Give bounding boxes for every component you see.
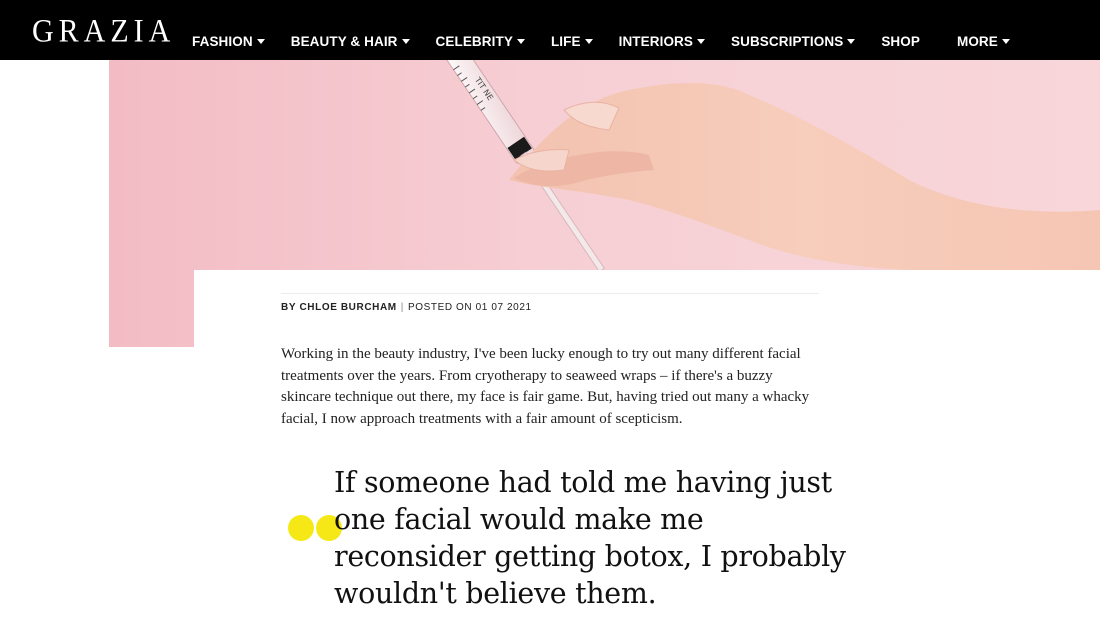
nav-item-subscriptions[interactable]: SUBSCRIPTIONS — [731, 12, 856, 49]
byline-prefix: BY — [281, 302, 297, 313]
nav-label: SHOP — [881, 33, 920, 49]
nav-item-fashion[interactable]: FASHION — [192, 12, 265, 49]
article-intro: Working in the beauty industry, I've bee… — [281, 346, 810, 427]
nav-label: FASHION — [192, 33, 253, 49]
nav-label: INTERIORS — [618, 33, 693, 49]
pull-quote: If someone had told me having just one f… — [334, 466, 846, 610]
nav-item-life[interactable]: LIFE — [551, 12, 593, 49]
nav-label: MORE — [956, 33, 998, 49]
nav-item-beauty-hair[interactable]: BEAUTY & HAIR — [291, 12, 410, 49]
byline-divider — [281, 293, 819, 294]
nav-item-celebrity[interactable]: CELEBRITY — [436, 12, 525, 49]
nav-label: LIFE — [550, 33, 581, 49]
main-nav: FASHION BEAUTY & HAIR CELEBRITY LIFE INT… — [192, 0, 1036, 60]
author-name[interactable]: CHLOE BURCHAM — [299, 302, 396, 313]
caret-down-icon — [256, 38, 265, 44]
nav-item-shop[interactable]: SHOP — [881, 12, 920, 49]
byline: BY CHLOE BURCHAM | POSTED ON 01 07 2021 — [281, 302, 532, 313]
nav-item-interiors[interactable]: INTERIORS — [619, 12, 705, 49]
caret-down-icon — [1001, 38, 1010, 44]
caret-down-icon — [516, 38, 525, 44]
nav-label: SUBSCRIPTIONS — [731, 33, 844, 49]
byline-separator: | — [400, 302, 404, 313]
post-date: POSTED ON 01 07 2021 — [407, 302, 532, 313]
nav-label: CELEBRITY — [435, 33, 513, 49]
caret-down-icon — [697, 38, 705, 44]
nav-item-more[interactable]: MORE — [957, 12, 1010, 49]
caret-down-icon — [401, 38, 410, 44]
caret-down-icon — [584, 38, 593, 44]
top-navigation-bar: GRAZIA FASHION BEAUTY & HAIR CELEBRITY L… — [0, 0, 1100, 60]
nav-label: BEAUTY & HAIR — [290, 33, 398, 49]
caret-down-icon — [847, 38, 856, 44]
grazia-logo[interactable]: GRAZIA — [32, 13, 175, 52]
